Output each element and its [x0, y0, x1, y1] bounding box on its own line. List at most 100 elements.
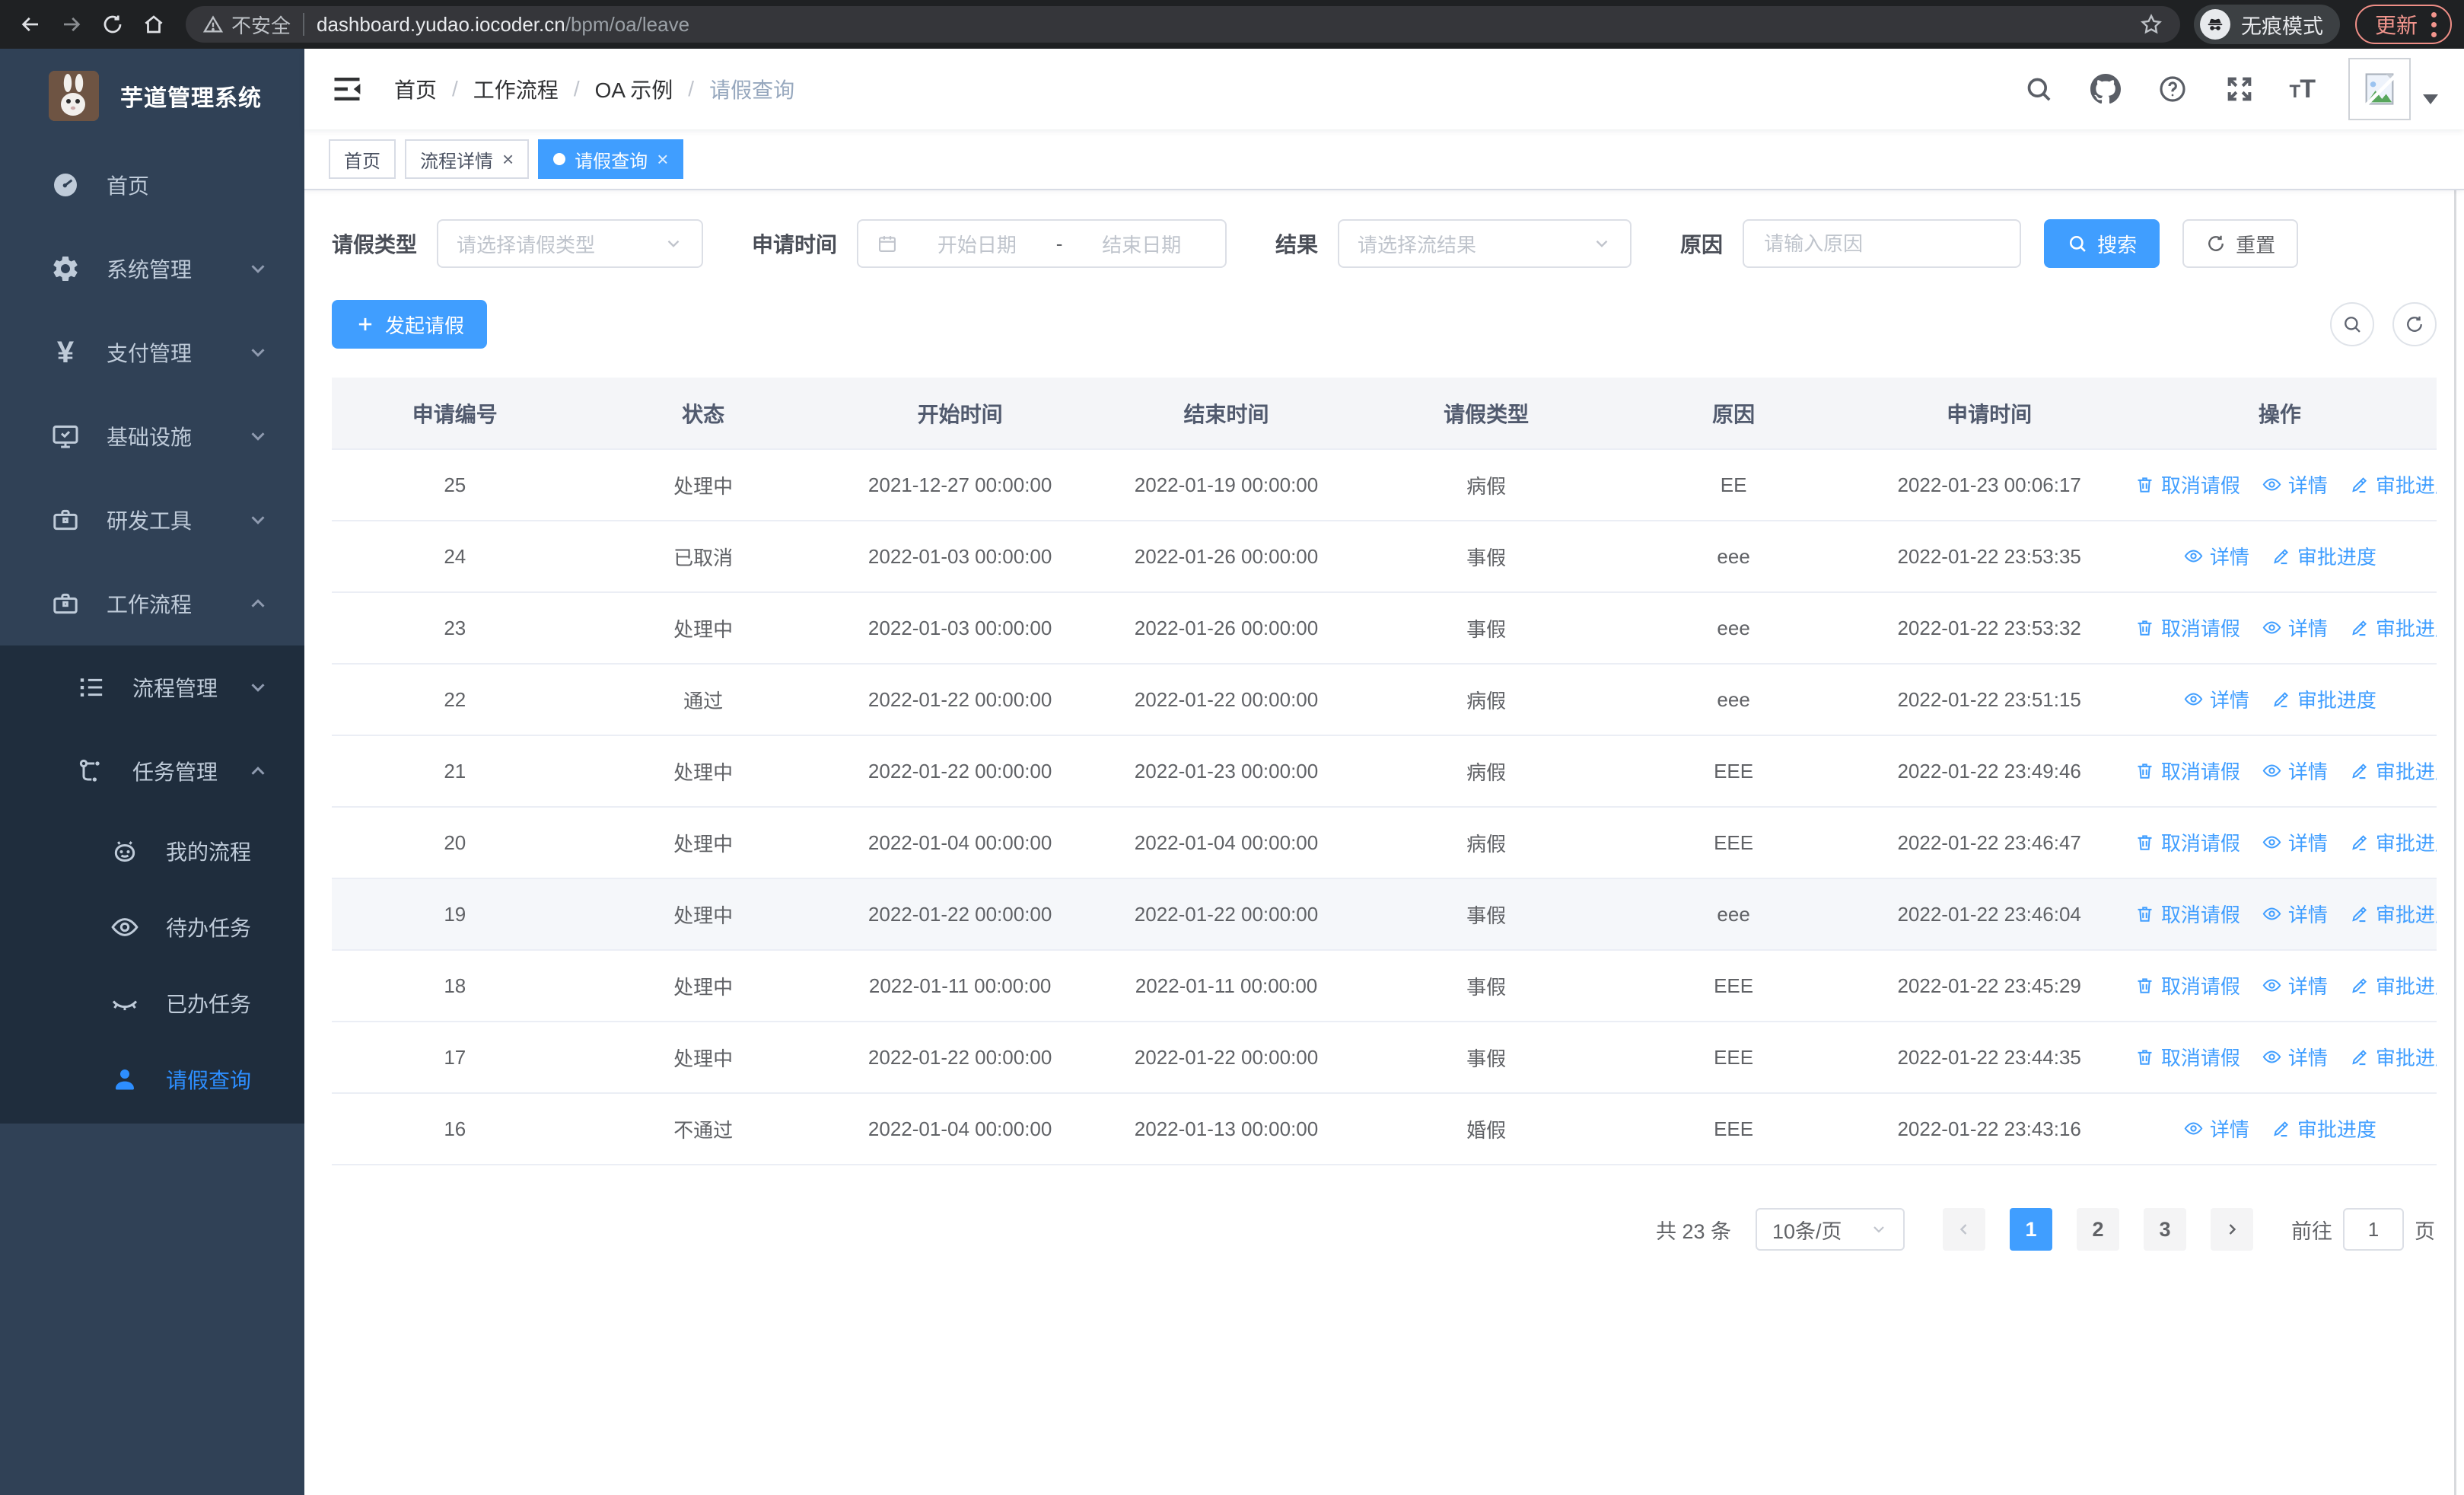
action-cancel-link[interactable]: 取消请假 — [2135, 757, 2240, 785]
create-leave-button[interactable]: 发起请假 — [332, 300, 488, 349]
breadcrumb-item[interactable]: 首页 — [394, 74, 437, 104]
col-header-id: 申请编号 — [332, 378, 578, 450]
sidebar-item-leave-query[interactable]: 请假查询 — [0, 1041, 304, 1117]
sidebar-item-home[interactable]: 首页 — [0, 143, 304, 227]
table-row[interactable]: 16 不通过 2022-01-04 00:00:00 2022-01-13 00:00… — [332, 1093, 2437, 1165]
cell-apply_time: 2022-01-23 00:06:17 — [1855, 449, 2123, 521]
sidebar-item-process-mgmt[interactable]: 流程管理 — [0, 645, 304, 729]
breadcrumb-item[interactable]: OA 示例 — [595, 74, 673, 104]
action-cancel-link[interactable]: 取消请假 — [2135, 971, 2240, 999]
breadcrumb: 首页 / 工作流程 / OA 示例 / 请假查询 — [394, 74, 794, 104]
browser-update-menu-button[interactable]: 更新 — [2354, 5, 2452, 44]
browser-back-button[interactable] — [12, 6, 49, 43]
browser-reload-button[interactable] — [94, 6, 131, 43]
url-bar[interactable]: 不安全 dashboard.yudao.iocoder.cn /bpm/oa/l… — [186, 6, 2180, 43]
help-icon[interactable] — [2156, 72, 2189, 106]
table-row[interactable]: 17 处理中 2022-01-22 00:00:00 2022-01-22 00:00… — [332, 1022, 2437, 1094]
action-progress-link[interactable]: 审批进度 — [2349, 828, 2437, 856]
cell-leave_type: 病假 — [1361, 735, 1612, 808]
toggle-search-button[interactable] — [2330, 302, 2374, 346]
avatar[interactable] — [2348, 58, 2411, 120]
action-progress-link[interactable]: 审批进度 — [2271, 1114, 2376, 1143]
browser-menu-dots-icon[interactable] — [2431, 11, 2437, 37]
goto-page-input[interactable] — [2343, 1208, 2404, 1251]
prev-page-button[interactable] — [1943, 1208, 1985, 1251]
result-select[interactable]: 请选择流结果 — [1338, 219, 1632, 268]
action-detail-link[interactable]: 详情 — [2262, 470, 2328, 499]
action-detail-link[interactable]: 详情 — [2183, 685, 2249, 713]
font-size-icon[interactable]: TT — [2290, 75, 2316, 104]
action-detail-link[interactable]: 详情 — [2262, 900, 2328, 928]
sidebar-item-infra[interactable]: 基础设施 — [0, 394, 304, 478]
action-detail-link[interactable]: 详情 — [2262, 1043, 2328, 1071]
action-progress-link[interactable]: 审批进度 — [2271, 685, 2376, 713]
tab-process-detail[interactable]: 流程详情 × — [405, 139, 530, 179]
action-progress-link[interactable]: 审批进度 — [2349, 470, 2437, 499]
eye-icon — [2184, 550, 2203, 562]
github-icon[interactable] — [2089, 72, 2122, 106]
reset-button[interactable]: 重置 — [2182, 219, 2299, 268]
scrollbar-track[interactable] — [2454, 49, 2456, 1495]
action-progress-link[interactable]: 审批进度 — [2349, 971, 2437, 999]
page-size-select[interactable]: 10条/页 — [1756, 1208, 1905, 1251]
table-row[interactable]: 23 处理中 2022-01-03 00:00:00 2022-01-26 00:00… — [332, 592, 2437, 665]
reason-input[interactable] — [1762, 231, 2002, 257]
col-header-status: 状态 — [578, 378, 829, 450]
sidebar-item-task-mgmt[interactable]: 任务管理 — [0, 729, 304, 813]
action-cancel-link[interactable]: 取消请假 — [2135, 828, 2240, 856]
browser-home-button[interactable] — [135, 6, 172, 43]
sidebar-item-todo-tasks[interactable]: 待办任务 — [0, 889, 304, 965]
action-cancel-link[interactable]: 取消请假 — [2135, 1043, 2240, 1071]
leave-query-page: 请假类型 请选择请假类型 申请时间 开始日期 - 结束日期 结果 请选择流结果 … — [304, 190, 2464, 1495]
page-button-1[interactable]: 1 — [2010, 1208, 2052, 1251]
action-progress-link[interactable]: 审批进度 — [2349, 1043, 2437, 1071]
table-row[interactable]: 25 处理中 2021-12-27 00:00:00 2022-01-19 00:00… — [332, 449, 2437, 521]
logo-row[interactable]: 芋道管理系统 — [0, 49, 304, 143]
sidebar-collapse-icon[interactable] — [330, 72, 364, 106]
table-row[interactable]: 20 处理中 2022-01-04 00:00:00 2022-01-04 00:00… — [332, 807, 2437, 879]
table-row[interactable]: 21 处理中 2022-01-22 00:00:00 2022-01-23 00:00… — [332, 735, 2437, 808]
close-icon[interactable]: × — [502, 149, 514, 169]
tab-home[interactable]: 首页 — [329, 139, 396, 179]
breadcrumb-item[interactable]: 工作流程 — [473, 74, 559, 104]
next-page-button[interactable] — [2211, 1208, 2253, 1251]
user-menu[interactable] — [2348, 58, 2438, 120]
action-detail-link[interactable]: 详情 — [2183, 542, 2249, 570]
sidebar-item-system[interactable]: 系统管理 — [0, 227, 304, 311]
table-row[interactable]: 18 处理中 2022-01-11 00:00:00 2022-01-11 00:00… — [332, 950, 2437, 1022]
action-detail-link[interactable]: 详情 — [2262, 828, 2328, 856]
fullscreen-icon[interactable] — [2223, 72, 2256, 106]
bookmark-star-icon[interactable] — [2139, 12, 2163, 37]
search-button[interactable]: 搜索 — [2044, 219, 2160, 268]
sidebar-item-payment[interactable]: ¥ 支付管理 — [0, 311, 304, 394]
sidebar-item-done-tasks[interactable]: 已办任务 — [0, 965, 304, 1041]
table-row[interactable]: 24 已取消 2022-01-03 00:00:00 2022-01-26 00:00… — [332, 521, 2437, 593]
action-detail-link[interactable]: 详情 — [2262, 614, 2328, 642]
leave-type-select[interactable]: 请选择请假类型 — [437, 219, 704, 268]
action-progress-link[interactable]: 审批进度 — [2271, 542, 2376, 570]
header-search-icon[interactable] — [2022, 72, 2055, 106]
apply-time-range-picker[interactable]: 开始日期 - 结束日期 — [857, 219, 1227, 268]
action-detail-link[interactable]: 详情 — [2183, 1114, 2249, 1143]
table-row[interactable]: 19 处理中 2022-01-22 00:00:00 2022-01-22 00:00… — [332, 878, 2437, 951]
sidebar-item-workflow[interactable]: 工作流程 — [0, 562, 304, 645]
close-icon[interactable]: × — [657, 149, 668, 169]
sidebar-item-devtools[interactable]: 研发工具 — [0, 478, 304, 562]
tab-leave-query[interactable]: 请假查询 × — [538, 139, 684, 179]
action-cancel-link[interactable]: 取消请假 — [2135, 614, 2240, 642]
action-progress-link[interactable]: 审批进度 — [2349, 900, 2437, 928]
action-cancel-link[interactable]: 取消请假 — [2135, 470, 2240, 499]
sidebar-item-my-process[interactable]: 我的流程 — [0, 813, 304, 889]
calendar-icon — [879, 236, 896, 252]
refresh-table-button[interactable] — [2392, 302, 2437, 346]
action-cancel-link[interactable]: 取消请假 — [2135, 900, 2240, 928]
page-button-2[interactable]: 2 — [2077, 1208, 2119, 1251]
table-row[interactable]: 22 通过 2022-01-22 00:00:00 2022-01-22 00:00:… — [332, 664, 2437, 736]
cell-apply_time: 2022-01-22 23:44:35 — [1855, 1022, 2123, 1094]
action-detail-link[interactable]: 详情 — [2262, 757, 2328, 785]
browser-forward-button[interactable] — [53, 6, 90, 43]
action-progress-link[interactable]: 审批进度 — [2349, 757, 2437, 785]
page-button-3[interactable]: 3 — [2144, 1208, 2186, 1251]
action-progress-link[interactable]: 审批进度 — [2349, 614, 2437, 642]
action-detail-link[interactable]: 详情 — [2262, 971, 2328, 999]
